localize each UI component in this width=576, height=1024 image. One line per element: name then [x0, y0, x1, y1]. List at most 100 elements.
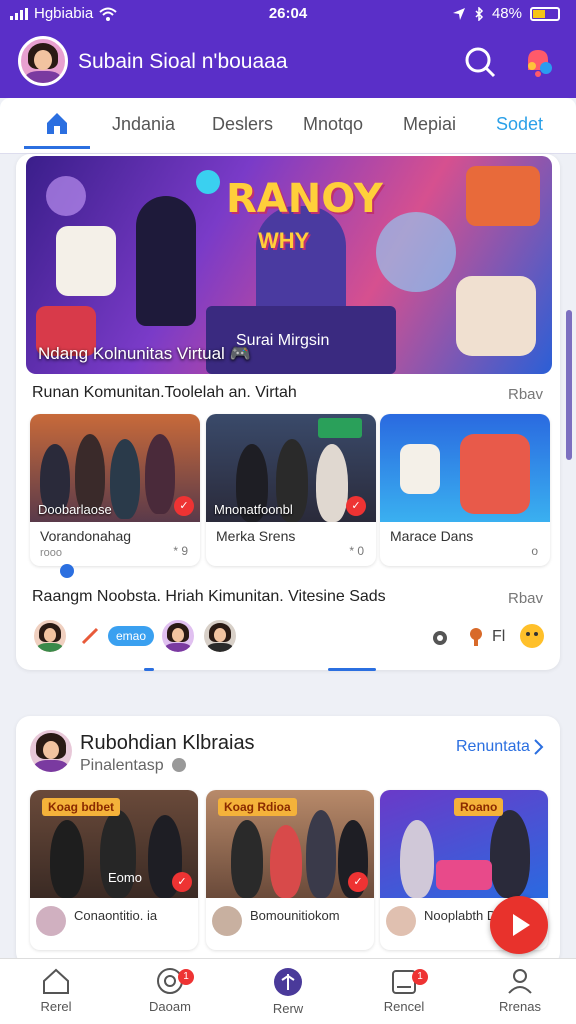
- group-avatar[interactable]: [30, 730, 72, 772]
- logo-badge: [318, 418, 362, 438]
- nav-label: Rerel: [40, 999, 72, 1014]
- carousel-indicator: [144, 668, 154, 671]
- thumb-count: * 9: [173, 544, 188, 558]
- community-thumb-3[interactable]: Marace Dans o: [380, 414, 550, 566]
- nav-home[interactable]: Rerel: [16, 967, 96, 1014]
- nav-label: Rerw: [272, 1001, 304, 1016]
- nav-badge: 1: [178, 969, 194, 985]
- play-icon[interactable]: ✓: [174, 496, 194, 516]
- tab-sodet[interactable]: Sodet: [496, 114, 543, 135]
- member-avatar[interactable]: [160, 618, 196, 654]
- section-title-2: Raangm Noobsta. Hriah Kimunitan. Vitesin…: [32, 588, 386, 605]
- group-title: Rubohdian Klbraias: [80, 732, 255, 754]
- hero-art-title: RANOY: [226, 176, 383, 222]
- thumb-caption: Merka Srens: [216, 528, 296, 544]
- member-avatar: [212, 906, 242, 936]
- nav-chat[interactable]: 1 Daoam: [130, 967, 210, 1014]
- status-right: 48%: [452, 5, 560, 22]
- toy-blocks: [436, 860, 492, 890]
- thumb-count: * 0: [349, 544, 364, 558]
- member-avatar[interactable]: [202, 618, 238, 654]
- thumb-sub: rooo: [40, 547, 63, 559]
- nav-label: Rrenas: [499, 999, 541, 1014]
- battery-icon: [530, 6, 560, 21]
- thumb-banner: Roano: [454, 798, 504, 816]
- tag-chip[interactable]: emao: [108, 626, 155, 646]
- active-tab-indicator: [24, 146, 90, 149]
- person-man: [256, 206, 346, 316]
- hero-banner[interactable]: RANOY WHY Surai Mirgsin Ndang Kolnunitas…: [26, 156, 552, 374]
- location-icon: [452, 7, 465, 20]
- game-icon[interactable]: [466, 626, 486, 648]
- nav-profile[interactable]: Rrenas: [480, 967, 560, 1014]
- emoji-icon[interactable]: [518, 622, 546, 650]
- app-header: Subain Sioal n'bouaaa: [0, 30, 576, 98]
- community-thumb-1[interactable]: Doobarlaose ✓ Vorandonahag rooo * 9: [30, 414, 200, 566]
- chat-bubble-icon: [172, 758, 186, 772]
- home-tab-icon[interactable]: [44, 110, 70, 136]
- thumb-count: o: [531, 544, 538, 558]
- hero-overlay-text: Ndang Kolnunitas Virtual 🎮: [38, 344, 251, 363]
- thumb-image-label: Mnonatfoonbl: [214, 502, 293, 517]
- member-avatar: [386, 906, 416, 936]
- home-icon: [43, 968, 69, 994]
- pencil-icon: [81, 627, 99, 645]
- pin-icon: [60, 564, 74, 578]
- play-fab[interactable]: [490, 896, 548, 954]
- explore-icon: [274, 968, 302, 996]
- fl-label: Fl: [492, 628, 506, 645]
- character-left: [56, 226, 116, 296]
- thumb-caption: Bomounitiokom: [250, 908, 340, 923]
- community-thumb-2[interactable]: Mnonatfoonbl ✓ Merka Srens * 0: [206, 414, 376, 566]
- section-more-link[interactable]: Rbav: [508, 386, 543, 403]
- status-bar: Hgbiabia 26:04 48%: [0, 0, 576, 30]
- small-character: [400, 444, 440, 494]
- character-right: [456, 276, 536, 356]
- play-icon[interactable]: ✓: [346, 496, 366, 516]
- robot-character: [460, 434, 530, 514]
- thumb-banner: Koag Rdioa: [218, 798, 297, 816]
- hero-art-subtitle: WHY: [258, 228, 310, 253]
- play-icon[interactable]: ✓: [172, 872, 192, 892]
- carousel-indicator-active: [328, 668, 376, 671]
- group-subtitle: Pinalentasp: [80, 757, 164, 774]
- nav-label: Daoam: [149, 999, 191, 1014]
- thumb-image-label: Eomo: [108, 870, 142, 885]
- group-thumb-1[interactable]: Koag bdbet Eomo ✓ Conaontitio. ia: [30, 790, 198, 950]
- play-icon[interactable]: ✓: [348, 872, 368, 892]
- search-icon[interactable]: [462, 44, 498, 80]
- section-title: Runan Komunitan.Toolelah an. Virtah: [32, 384, 297, 401]
- play-icon: [513, 914, 530, 936]
- notification-icon[interactable]: [520, 44, 556, 80]
- member-avatar: [36, 906, 66, 936]
- user-avatar[interactable]: [18, 36, 68, 86]
- thumb-banner: Koag bdbet: [42, 798, 120, 816]
- nav-explore[interactable]: Rerw: [248, 967, 328, 1016]
- thumb-image: [380, 414, 550, 522]
- tab-jndania[interactable]: Jndania: [112, 114, 175, 135]
- battery-percent: 48%: [491, 5, 522, 22]
- tab-bar: Jndania Deslers Mnotqo Mepiai Sodet: [0, 98, 576, 154]
- person-woman: [136, 196, 196, 326]
- machine-icon: [466, 166, 540, 226]
- nav-calendar[interactable]: 1 Rencel: [364, 967, 444, 1014]
- gear-icon[interactable]: [430, 628, 450, 648]
- tab-mnotqo[interactable]: Mnotqo: [303, 114, 363, 135]
- thumb-caption: Vorandonahag: [40, 528, 132, 544]
- group-link[interactable]: Renuntata: [456, 738, 530, 756]
- scrollbar[interactable]: [566, 310, 572, 460]
- chevron-right-icon[interactable]: [532, 738, 544, 756]
- tab-deslers[interactable]: Deslers: [212, 114, 273, 135]
- nav-badge: 1: [412, 969, 428, 985]
- nav-label: Rencel: [383, 999, 425, 1014]
- app-title: Subain Sioal n'bouaaa: [78, 50, 288, 73]
- thumb-image-label: Doobarlaose: [38, 502, 112, 517]
- bottom-nav: Rerel 1 Daoam Rerw 1 Rencel Rrenas: [0, 958, 576, 1024]
- section-more-link-2[interactable]: Rbav: [508, 590, 543, 607]
- member-avatar[interactable]: [32, 618, 68, 654]
- tab-mepiai[interactable]: Mepiai: [403, 114, 456, 135]
- bluetooth-icon: [475, 6, 484, 21]
- group-thumb-2[interactable]: Koag Rdioa ✓ Bomounitiokom: [206, 790, 374, 950]
- thumb-caption: Marace Dans: [390, 528, 474, 544]
- profile-icon: [508, 969, 532, 994]
